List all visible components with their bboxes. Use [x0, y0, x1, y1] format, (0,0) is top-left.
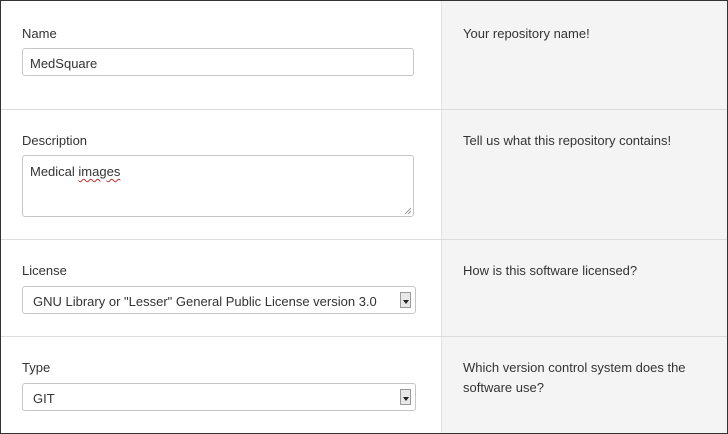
- description-textarea[interactable]: Medical images: [22, 155, 414, 217]
- resize-grip-icon[interactable]: [404, 207, 411, 214]
- type-select[interactable]: GIT: [22, 383, 416, 411]
- description-text: Medical: [30, 164, 79, 179]
- description-textarea-value: Medical images: [30, 164, 120, 179]
- license-label: License: [22, 263, 67, 278]
- type-row: Type GIT Which version control system do…: [1, 337, 727, 433]
- description-hint: Tell us what this repository contains!: [463, 133, 672, 148]
- license-hint-panel: How is this software licensed?: [441, 240, 727, 336]
- name-hint-panel: Your repository name!: [441, 1, 727, 109]
- type-hint: Which version control system does the so…: [463, 360, 686, 395]
- name-input-value: MedSquare: [30, 56, 98, 71]
- name-input[interactable]: MedSquare: [22, 48, 414, 76]
- type-field-panel: Type GIT: [1, 337, 441, 433]
- repository-form: Name MedSquare Your repository name! Des…: [0, 0, 728, 434]
- dropdown-arrow-icon[interactable]: [400, 389, 411, 405]
- description-row: Description Medical images Tell us what …: [1, 110, 727, 240]
- license-row: License GNU Library or "Lesser" General …: [1, 240, 727, 337]
- name-hint: Your repository name!: [463, 26, 590, 41]
- name-field-panel: Name MedSquare: [1, 1, 441, 109]
- license-select-value: GNU Library or "Lesser" General Public L…: [33, 294, 377, 309]
- type-label: Type: [22, 360, 51, 375]
- description-field-panel: Description Medical images: [1, 110, 441, 239]
- name-row: Name MedSquare Your repository name!: [1, 1, 727, 110]
- dropdown-arrow-icon[interactable]: [400, 292, 411, 308]
- description-label: Description: [22, 133, 88, 148]
- license-field-panel: License GNU Library or "Lesser" General …: [1, 240, 441, 336]
- description-hint-panel: Tell us what this repository contains!: [441, 110, 727, 239]
- type-hint-panel: Which version control system does the so…: [441, 337, 727, 433]
- type-select-value: GIT: [33, 391, 55, 406]
- license-select[interactable]: GNU Library or "Lesser" General Public L…: [22, 286, 416, 314]
- license-hint: How is this software licensed?: [463, 263, 638, 278]
- spellcheck-word: images: [78, 164, 121, 179]
- name-label: Name: [22, 26, 57, 41]
